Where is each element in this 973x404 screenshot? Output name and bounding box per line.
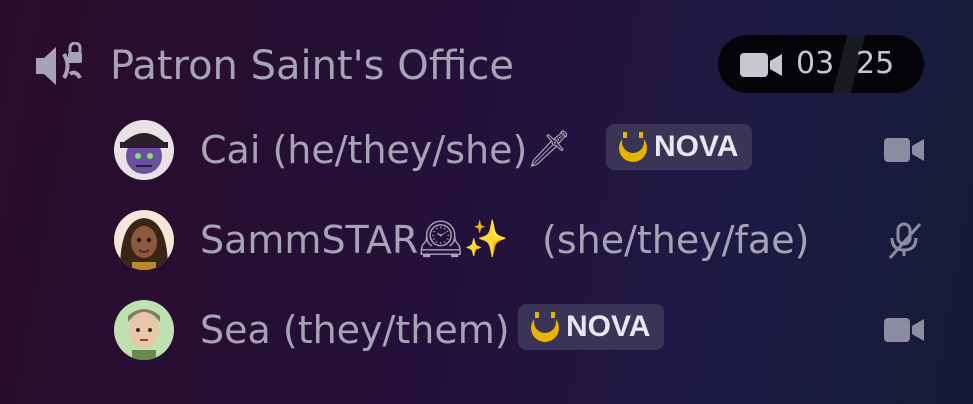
- voice-user-row[interactable]: Sea (they/them) NOVA: [114, 298, 934, 362]
- badge-label: NOVA: [654, 130, 739, 163]
- video-camera-icon: [884, 138, 924, 162]
- member-limit: 25: [856, 46, 895, 81]
- nova-badge: NOVA: [518, 304, 665, 350]
- moon-icon: [531, 311, 559, 342]
- pronouns: (she/they/fae): [542, 218, 810, 262]
- voice-user-row[interactable]: Cai (he/they/she) 🗡 NOVA: [114, 118, 934, 182]
- avatar[interactable]: [114, 120, 174, 180]
- dagger-emoji: 🗡: [526, 129, 572, 170]
- badge-label: NOVA: [566, 310, 651, 343]
- avatar[interactable]: [114, 210, 174, 270]
- voice-user-row[interactable]: SammSTAR 🕰✨ (she/they/fae): [114, 208, 934, 272]
- video-user-counter: 03 25: [718, 35, 924, 93]
- avatar[interactable]: [114, 300, 174, 360]
- video-camera-icon: [884, 318, 924, 342]
- clock-sparkles-emoji: 🕰✨: [418, 219, 509, 260]
- nova-badge: NOVA: [606, 124, 753, 170]
- mic-muted-icon: [888, 222, 922, 259]
- username: SammSTAR: [200, 218, 419, 262]
- video-count: 03: [796, 46, 835, 81]
- speaker-lock-icon: [36, 42, 82, 85]
- video-camera-icon: [740, 53, 782, 77]
- channel-name[interactable]: Patron Saint's Office: [110, 40, 514, 92]
- voice-channel-header[interactable]: Patron Saint's Office 03 25: [30, 34, 930, 98]
- moon-icon: [619, 131, 647, 162]
- username: Sea (they/them): [200, 308, 510, 352]
- username: Cai (he/they/she): [200, 128, 528, 172]
